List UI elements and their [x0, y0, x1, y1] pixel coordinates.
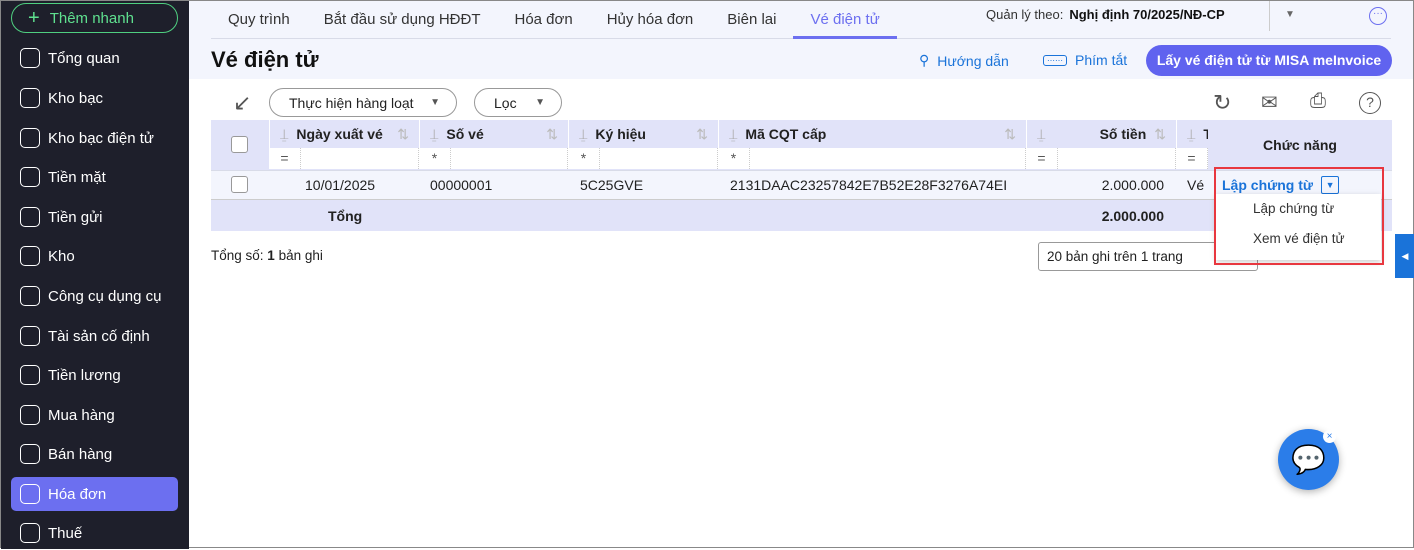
tab[interactable]: Biên lai — [710, 1, 793, 39]
sidebar-item[interactable]: Mua hàng — [11, 398, 178, 432]
column-header[interactable]: ⍊ Số tiền ⇅ — [1026, 120, 1176, 148]
sort-icon[interactable]: ⇅ — [1004, 126, 1016, 143]
warehouse-icon — [20, 246, 40, 266]
pin-icon[interactable]: ⍊ — [280, 126, 288, 143]
send-mail-icon[interactable]: ✉ — [1261, 90, 1278, 115]
sort-icon[interactable]: ⇅ — [397, 126, 409, 143]
sidebar-item[interactable]: Kho — [11, 239, 178, 273]
fetch-tickets-button[interactable]: Lấy vé điện tử từ MISA meInvoice — [1146, 45, 1392, 76]
sidebar-item[interactable]: Bán hàng — [11, 437, 178, 471]
column-filter[interactable]: * — [568, 148, 718, 169]
total-amount: 2.000.000 — [1101, 207, 1164, 224]
chevron-down-icon: ▼ — [430, 97, 440, 108]
shortcuts-link[interactable]: ⋯⋯ Phím tắt — [1043, 52, 1127, 68]
total-label: Tổng — [328, 207, 363, 224]
highlight-box — [1214, 167, 1384, 265]
cell-amount: 2.000.000 — [1101, 177, 1164, 193]
sidebar-item[interactable]: Công cụ dụng cụ — [11, 279, 178, 313]
cell-date: 10/01/2025 — [305, 177, 376, 193]
chevron-down-icon: ▼ — [535, 97, 545, 108]
column-filter[interactable]: * — [718, 148, 1026, 169]
column-header[interactable]: ⍊T — [1176, 120, 1208, 148]
column-header[interactable]: ⍊ Số vé ⇅ — [419, 120, 568, 148]
arrow-down-left-icon[interactable]: ↙ — [233, 90, 251, 116]
guide-link[interactable]: ⚲ Hướng dẫn — [919, 52, 1009, 69]
page-title: Vé điện tử — [211, 47, 319, 72]
refresh-icon[interactable]: ↻ — [1213, 90, 1231, 116]
column-header[interactable]: ⍊ Ngày xuất vé ⇅ — [269, 120, 419, 148]
asset-icon — [20, 326, 40, 346]
tab[interactable]: Bắt đầu sử dụng HĐĐT — [307, 1, 498, 39]
sidebar-item[interactable]: Tiền gửi — [11, 200, 178, 234]
sidebar-item[interactable]: Thuế — [11, 516, 178, 550]
close-chat-icon[interactable]: × — [1323, 430, 1336, 443]
cell-type: Vé — [1187, 177, 1205, 193]
sort-icon[interactable]: ⇅ — [546, 126, 558, 143]
tab[interactable]: Quy trình — [211, 1, 307, 39]
cart-icon — [20, 405, 40, 425]
column-filter[interactable]: = — [1176, 148, 1208, 169]
tax-icon — [20, 523, 40, 543]
pin-icon[interactable]: ⍊ — [1037, 126, 1045, 143]
column-filter[interactable]: = — [269, 148, 419, 169]
record-count: Tổng số: 1 bản ghi — [211, 248, 323, 263]
plus-icon: + — [28, 7, 40, 29]
keyboard-icon: ⋯⋯ — [1043, 54, 1067, 66]
pin-icon[interactable]: ⍊ — [1187, 126, 1195, 143]
column-header-actions: Chức năng — [1208, 120, 1392, 170]
cell-cqt-code: 2131DAAC23257842E7B52E28F3276A74EI — [730, 177, 1008, 193]
pin-icon[interactable]: ⍊ — [579, 126, 587, 143]
sidebar: + Thêm nhanh Tổng quan Kho bạc Kho bạc điện… — [1, 1, 189, 549]
chevron-down-icon[interactable]: ▼ — [1285, 9, 1295, 20]
cash-icon — [20, 167, 40, 187]
signpost-icon: ⚲ — [919, 52, 930, 68]
pin-icon[interactable]: ⍊ — [729, 126, 737, 143]
treasury-icon — [20, 88, 40, 108]
tab[interactable]: Vé điện tử — [793, 1, 897, 39]
column-header[interactable]: ⍊ Ký hiệu ⇅ — [568, 120, 718, 148]
sidebar-item[interactable]: Tài sản cố định — [11, 319, 178, 353]
sidebar-item[interactable]: Tổng quan — [11, 41, 178, 75]
tab[interactable]: Hủy hóa đơn — [590, 1, 711, 39]
cell-number: 00000001 — [430, 177, 493, 193]
sidebar-item[interactable]: Kho bạc — [11, 81, 178, 115]
store-icon — [20, 444, 40, 464]
column-filter[interactable]: * — [419, 148, 568, 169]
deposit-icon — [20, 207, 40, 227]
sidebar-item[interactable]: Hóa đơn — [11, 477, 178, 511]
sidebar-item[interactable]: Kho bạc điện tử — [11, 121, 178, 155]
sort-icon[interactable]: ⇅ — [1154, 126, 1166, 143]
sidebar-item[interactable]: Tiền lương — [11, 358, 178, 392]
pie-chart-icon — [20, 48, 40, 68]
tools-icon — [20, 286, 40, 306]
sidebar-item[interactable]: Tiền mặt — [11, 160, 178, 194]
batch-action-dropdown[interactable]: Thực hiện hàng loạt ▼ — [269, 88, 457, 117]
salary-icon — [20, 365, 40, 385]
help-icon[interactable]: ? — [1359, 92, 1381, 114]
row-checkbox[interactable] — [231, 176, 248, 193]
more-icon[interactable]: ··· — [1369, 7, 1387, 25]
select-all-checkbox[interactable] — [231, 136, 248, 153]
column-header[interactable]: ⍊ Mã CQT cấp ⇅ — [718, 120, 1026, 148]
regime-selector[interactable]: Quản lý theo: Nghị định 70/2025/NĐ-CP — [986, 7, 1225, 22]
cell-symbol: 5C25GVE — [580, 177, 644, 193]
sort-icon[interactable]: ⇅ — [696, 126, 708, 143]
quick-add-button[interactable]: + Thêm nhanh — [11, 3, 178, 33]
print-icon[interactable]: ⎙ — [1310, 90, 1326, 113]
e-treasury-icon — [20, 128, 40, 148]
invoice-icon — [20, 484, 40, 504]
pin-icon[interactable]: ⍊ — [430, 126, 438, 143]
column-filter[interactable]: = — [1026, 148, 1176, 169]
side-panel-toggle[interactable]: ◀ — [1395, 234, 1414, 278]
filter-dropdown[interactable]: Lọc ▼ — [474, 88, 562, 117]
chat-icon: 💬 — [1291, 444, 1326, 475]
tab[interactable]: Hóa đơn — [498, 1, 590, 39]
divider — [1269, 1, 1270, 31]
